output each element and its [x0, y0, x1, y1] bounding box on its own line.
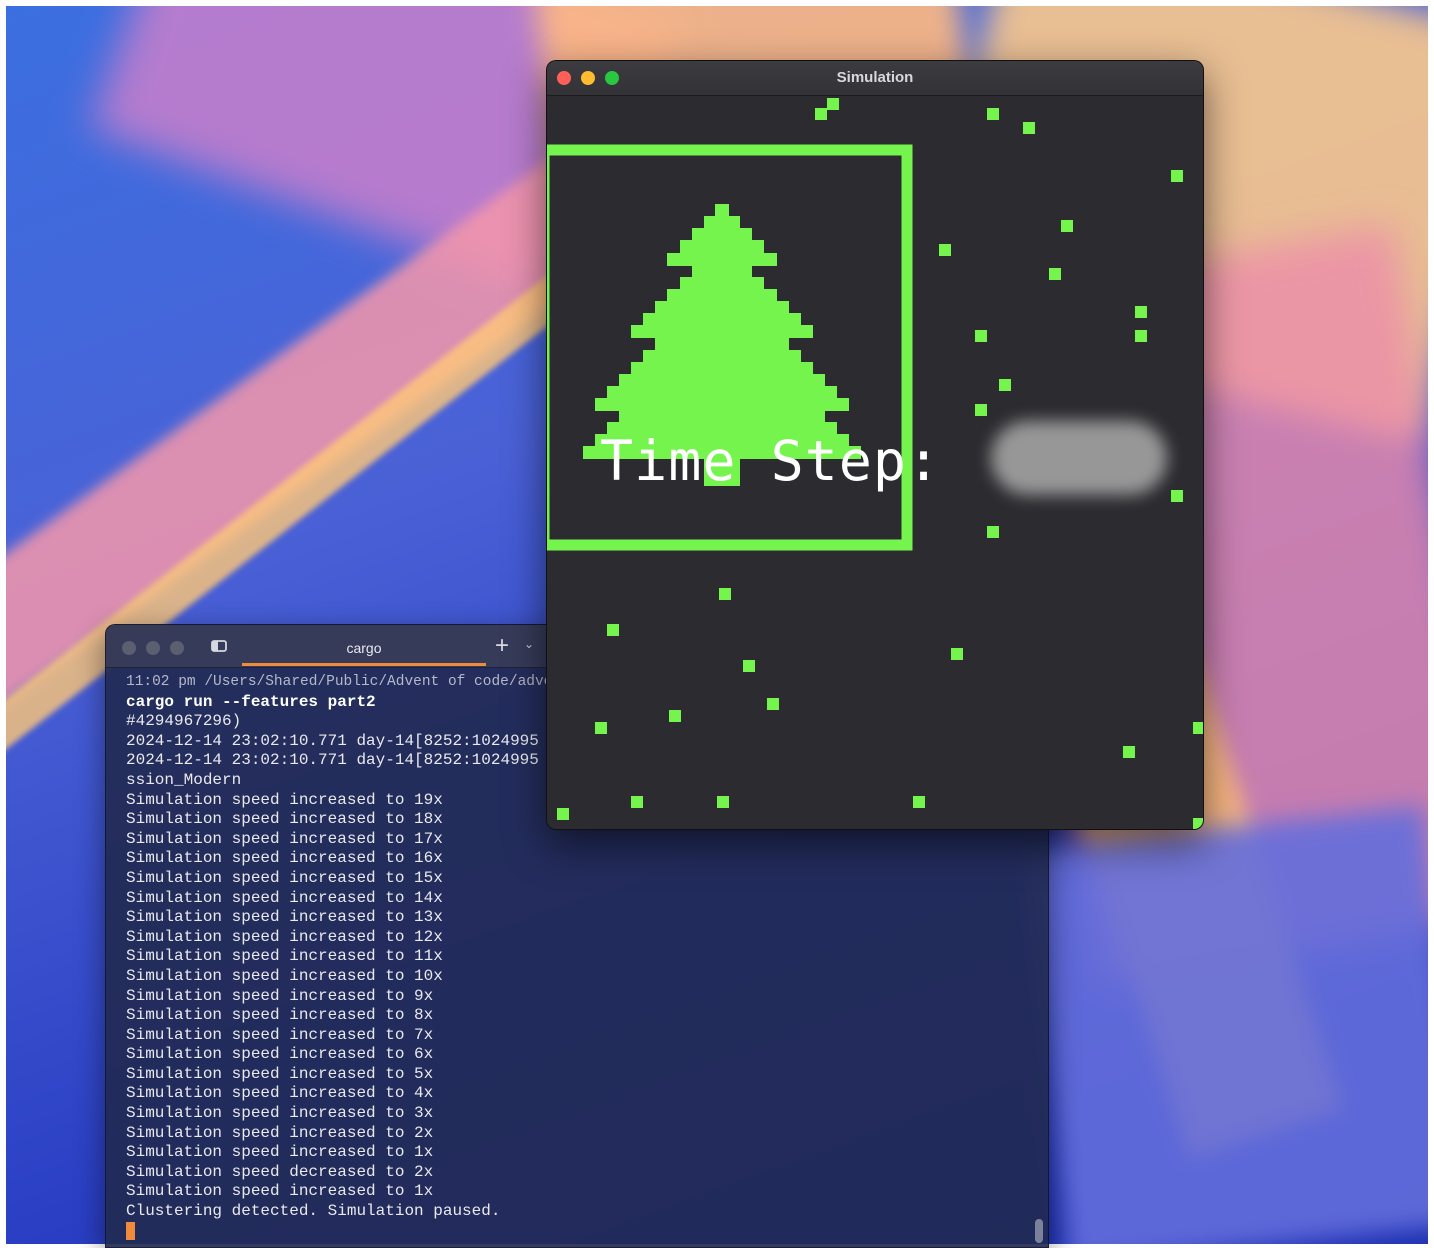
robot-pixel [1171, 490, 1183, 502]
time-step-value-redacted [991, 421, 1167, 495]
terminal-line: Simulation speed increased to 15x [126, 868, 443, 887]
terminal-line: Simulation speed increased to 9x [126, 986, 434, 1005]
robot-pixel [767, 698, 779, 710]
simulation-window[interactable]: Simulation Time Step: [546, 60, 1204, 830]
robot-pixel [1135, 306, 1147, 318]
robot-pixel [557, 808, 569, 820]
terminal-cursor-line [126, 1221, 1038, 1242]
close-icon[interactable] [122, 641, 136, 655]
robot-pixel [951, 648, 963, 660]
terminal-line: Simulation speed increased to 1x [126, 1143, 434, 1162]
sidebar-icon[interactable] [210, 638, 230, 654]
plus-icon[interactable]: + [495, 634, 509, 658]
terminal-line: Simulation speed increased to 5x [126, 1064, 434, 1083]
terminal-line: Simulation speed increased to 7x [126, 1025, 434, 1044]
tab-label: cargo [346, 640, 382, 656]
terminal-line: Simulation speed increased to 8x [126, 1006, 434, 1025]
terminal-line: Clustering detected. Simulation paused. [126, 1202, 501, 1221]
robot-pixel [987, 526, 999, 538]
terminal-line: Simulation speed decreased to 2x [126, 1162, 434, 1181]
tree-row [619, 410, 825, 423]
tree-row [655, 301, 789, 314]
robot-pixel [1135, 330, 1147, 342]
tree-row [667, 289, 777, 302]
robot-pixel [815, 108, 827, 120]
scrollbar[interactable] [1035, 1219, 1043, 1243]
tree-row [704, 216, 740, 229]
robot-pixel [719, 588, 731, 600]
tree-row [692, 265, 752, 278]
robot-pixel [631, 796, 643, 808]
zoom-icon[interactable] [170, 641, 184, 655]
robot-pixel [1023, 122, 1035, 134]
tree-row [680, 277, 764, 290]
tab-cargo[interactable]: cargo [242, 633, 486, 666]
tree-row [595, 398, 849, 411]
terminal-line: Simulation speed increased to 10x [126, 966, 443, 985]
robot-pixel [987, 108, 999, 120]
terminal-line: Simulation speed increased to 6x [126, 1045, 434, 1064]
terminal-line: Simulation speed increased to 14x [126, 888, 443, 907]
tree-row [692, 228, 752, 241]
chevron-down-icon[interactable]: ⌄ [524, 637, 534, 651]
tree-row [655, 338, 789, 351]
tree-row [667, 253, 777, 266]
robot-pixel [1193, 818, 1203, 829]
robot-pixel [939, 244, 951, 256]
robot-pixel [595, 722, 607, 734]
robot-pixel [1049, 268, 1061, 280]
tree-row [631, 325, 813, 338]
wallpaper-band [1025, 806, 1428, 1244]
text-cursor [126, 1221, 135, 1240]
tree-row [643, 350, 801, 363]
robot-pixel [669, 710, 681, 722]
terminal-line: Simulation speed increased to 13x [126, 908, 443, 927]
robot-pixel [1061, 220, 1073, 232]
minimize-icon[interactable] [146, 641, 160, 655]
terminal-line: Simulation speed increased to 3x [126, 1104, 434, 1123]
robot-pixel [717, 796, 729, 808]
robot-pixel [743, 660, 755, 672]
tree-row [680, 240, 764, 253]
robot-pixel [975, 330, 987, 342]
tree-row [715, 204, 729, 217]
terminal-line: Simulation speed increased to 17x [126, 829, 443, 848]
robot-pixel [999, 379, 1011, 391]
robot-pixel [913, 796, 925, 808]
robot-pixel [1193, 722, 1203, 734]
tree-row [619, 374, 825, 387]
terminal-line: Simulation speed increased to 2x [126, 1123, 434, 1142]
robot-pixel [827, 98, 839, 110]
tree-row [607, 386, 837, 399]
terminal-line: Simulation speed increased to 11x [126, 947, 443, 966]
robot-pixel [607, 624, 619, 636]
simulation-titlebar[interactable]: Simulation [547, 61, 1203, 96]
terminal-line: Simulation speed increased to 16x [126, 849, 443, 868]
tree-row [631, 362, 813, 375]
terminal-line: Simulation speed increased to 4x [126, 1084, 434, 1103]
terminal-line: Simulation speed increased to 1x [126, 1182, 434, 1201]
robot-pixel [1171, 170, 1183, 182]
time-step-label: Time Step: [600, 429, 942, 493]
window-title: Simulation [836, 69, 914, 86]
robot-pixel [1123, 746, 1135, 758]
robot-pixel [975, 404, 987, 416]
tree-row [643, 313, 801, 326]
terminal-line: Simulation speed increased to 12x [126, 927, 443, 946]
